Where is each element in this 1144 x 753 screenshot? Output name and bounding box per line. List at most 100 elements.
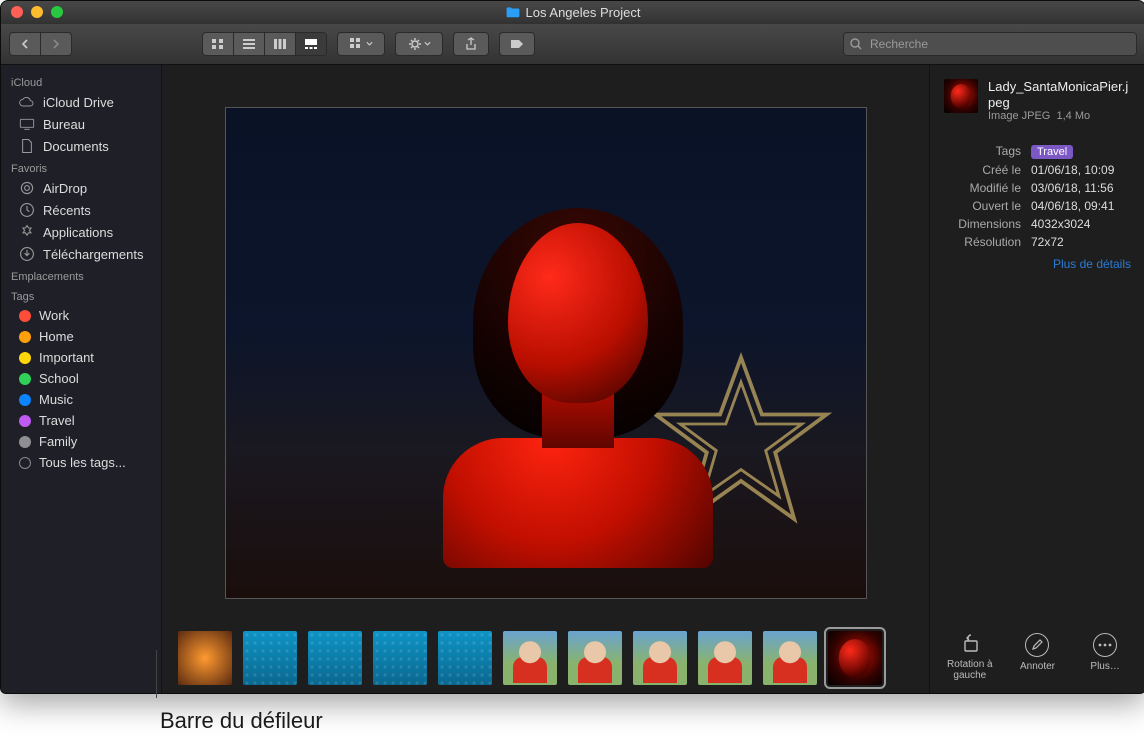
sidebar-section-favoris: Favoris bbox=[1, 157, 161, 177]
gallery-view-button[interactable] bbox=[296, 33, 326, 55]
meta-value: 04/06/18, 09:41 bbox=[1031, 199, 1131, 213]
meta-label: Créé le bbox=[944, 163, 1021, 177]
titlebar: Los Angeles Project bbox=[1, 1, 1144, 24]
download-icon bbox=[19, 246, 35, 262]
meta-value: 01/06/18, 10:09 bbox=[1031, 163, 1131, 177]
thumbnail[interactable] bbox=[568, 631, 622, 685]
sidebar-section-icloud: iCloud bbox=[1, 71, 161, 91]
thumbnail-selected[interactable] bbox=[828, 631, 882, 685]
meta-value: 03/06/18, 11:56 bbox=[1031, 181, 1131, 195]
column-view-button[interactable] bbox=[265, 33, 296, 55]
sidebar-item-applications[interactable]: Applications bbox=[1, 221, 161, 243]
more-actions-button[interactable]: Plus… bbox=[1077, 633, 1133, 681]
metadata: TagsTravel Créé le01/06/18, 10:09 Modifi… bbox=[930, 132, 1144, 281]
sidebar-item-recents[interactable]: Récents bbox=[1, 199, 161, 221]
sidebar-tag-travel[interactable]: Travel bbox=[1, 410, 161, 431]
view-switcher bbox=[202, 32, 327, 56]
preview-area bbox=[162, 65, 929, 621]
share-button[interactable] bbox=[453, 32, 489, 56]
info-panel: Lady_SantaMonicaPier.jpeg Image JPEG 1,4… bbox=[929, 65, 1144, 694]
forward-button[interactable] bbox=[41, 33, 71, 55]
sidebar-item-airdrop[interactable]: AirDrop bbox=[1, 177, 161, 199]
meta-value: 4032x3024 bbox=[1031, 217, 1131, 231]
folder-icon bbox=[506, 6, 520, 18]
thumbnail[interactable] bbox=[503, 631, 557, 685]
rotate-left-button[interactable]: Rotation à gauche bbox=[942, 633, 998, 681]
sidebar-tag-music[interactable]: Music bbox=[1, 389, 161, 410]
info-thumbnail bbox=[944, 79, 978, 113]
preview-image[interactable] bbox=[225, 107, 867, 599]
meta-label: Ouvert le bbox=[944, 199, 1021, 213]
tag-dot-icon bbox=[19, 310, 31, 322]
thumbnail[interactable] bbox=[763, 631, 817, 685]
window-title: Los Angeles Project bbox=[1, 5, 1144, 20]
rotate-icon bbox=[959, 633, 981, 655]
thumbnail[interactable] bbox=[373, 631, 427, 685]
ellipsis-icon bbox=[1098, 643, 1112, 647]
cloud-icon bbox=[19, 94, 35, 110]
airdrop-icon bbox=[19, 180, 35, 196]
tag-dot-icon bbox=[19, 394, 31, 406]
sidebar-section-emplacements: Emplacements bbox=[1, 265, 161, 285]
sidebar-tag-school[interactable]: School bbox=[1, 368, 161, 389]
annotate-button[interactable]: Annoter bbox=[1009, 633, 1065, 681]
sidebar-tag-important[interactable]: Important bbox=[1, 347, 161, 368]
sidebar-tag-family[interactable]: Family bbox=[1, 431, 161, 452]
meta-label: Dimensions bbox=[944, 217, 1021, 231]
clock-icon bbox=[19, 202, 35, 218]
thumbnail[interactable] bbox=[698, 631, 752, 685]
desktop-icon bbox=[19, 116, 35, 132]
tag-dot-icon bbox=[19, 373, 31, 385]
sidebar-item-downloads[interactable]: Téléchargements bbox=[1, 243, 161, 265]
thumbnail[interactable] bbox=[438, 631, 492, 685]
chevron-down-icon bbox=[424, 41, 431, 47]
window-controls bbox=[1, 6, 63, 18]
group-button[interactable] bbox=[337, 32, 385, 56]
meta-label: Tags bbox=[944, 144, 1021, 159]
nav-buttons bbox=[9, 32, 72, 56]
close-button[interactable] bbox=[11, 6, 23, 18]
maximize-button[interactable] bbox=[51, 6, 63, 18]
list-view-button[interactable] bbox=[234, 33, 265, 55]
search-box[interactable] bbox=[843, 32, 1137, 56]
sidebar-tag-home[interactable]: Home bbox=[1, 326, 161, 347]
filmstrip bbox=[162, 621, 929, 694]
sidebar-item-documents[interactable]: Documents bbox=[1, 135, 161, 157]
thumbnail[interactable] bbox=[178, 631, 232, 685]
sidebar-item-desktop[interactable]: Bureau bbox=[1, 113, 161, 135]
tags-button[interactable] bbox=[499, 32, 535, 56]
document-icon bbox=[19, 138, 35, 154]
sidebar-all-tags[interactable]: Tous les tags... bbox=[1, 452, 161, 473]
toolbar bbox=[1, 24, 1144, 65]
tag-dot-icon bbox=[19, 352, 31, 364]
thumbnail[interactable] bbox=[243, 631, 297, 685]
main-content bbox=[162, 65, 929, 694]
sidebar-item-icloud-drive[interactable]: iCloud Drive bbox=[1, 91, 161, 113]
meta-label: Résolution bbox=[944, 235, 1021, 249]
thumbnail[interactable] bbox=[633, 631, 687, 685]
tag-dot-icon bbox=[19, 436, 31, 448]
search-input[interactable] bbox=[868, 36, 1130, 52]
quick-actions: Rotation à gauche Annoter Plus… bbox=[930, 623, 1144, 694]
meta-value: 72x72 bbox=[1031, 235, 1131, 249]
sidebar-section-tags: Tags bbox=[1, 285, 161, 305]
back-button[interactable] bbox=[10, 33, 41, 55]
action-menu-button[interactable] bbox=[395, 32, 443, 56]
sidebar: iCloud iCloud Drive Bureau Documents Fav… bbox=[1, 65, 162, 694]
grid-icon bbox=[350, 38, 364, 50]
tag-icon bbox=[510, 39, 524, 49]
file-kind-size: Image JPEG 1,4 Mo bbox=[988, 110, 1131, 122]
search-icon bbox=[850, 38, 862, 50]
file-name: Lady_SantaMonicaPier.jpeg bbox=[988, 79, 1131, 110]
minimize-button[interactable] bbox=[31, 6, 43, 18]
sidebar-tag-work[interactable]: Work bbox=[1, 305, 161, 326]
app-icon bbox=[19, 224, 35, 240]
tag-dot-icon bbox=[19, 415, 31, 427]
tag-dot-icon bbox=[19, 457, 31, 469]
share-icon bbox=[465, 37, 477, 51]
pencil-icon bbox=[1031, 639, 1043, 651]
thumbnail[interactable] bbox=[308, 631, 362, 685]
tag-pill[interactable]: Travel bbox=[1031, 145, 1073, 159]
icon-view-button[interactable] bbox=[203, 33, 234, 55]
more-details-link[interactable]: Plus de détails bbox=[944, 257, 1131, 271]
